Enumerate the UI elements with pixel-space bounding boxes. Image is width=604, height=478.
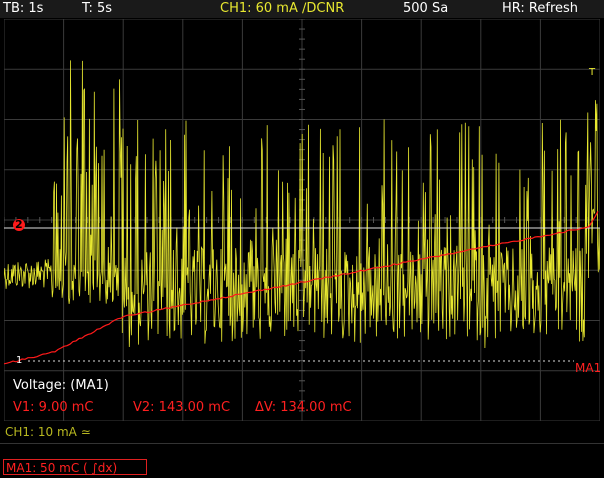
waveform-canvas [4,19,600,421]
status-bar: TB: 1s T: 5s CH1: 60 mA ∕DCNR 500 Sa HR:… [0,0,604,18]
timebase-readout[interactable]: TB: 1s [3,1,43,16]
channel-trigger-readout[interactable]: CH1: 60 mA ∕DCNR [220,1,344,16]
waveform-display[interactable]: 2 1 MA1 T Voltage: (MA1) V1: 9.00 mC V2:… [4,19,600,421]
ma1-scale-setting[interactable]: MA1: 50 mC ( ∫dx) [3,459,147,475]
cursor-v2-value: V2: 143.00 mC [133,400,231,415]
footer-divider [0,443,604,444]
ch1-scale-setting[interactable]: CH1: 10 mA ≃ [5,425,91,439]
cursor-delta-value: ΔV: 134.00 mC [255,400,352,415]
sample-count-readout: 500 Sa [403,1,449,16]
cursor-v1-value: V1: 9.00 mC [13,400,94,415]
trigger-time-readout[interactable]: T: 5s [82,1,112,16]
info-title: Voltage: (MA1) [13,378,109,393]
acquisition-mode-readout[interactable]: HR: Refresh [502,1,578,16]
ch1-ground-marker[interactable]: 1 [16,355,22,366]
ch2-level-marker[interactable]: 2 [13,219,25,231]
trigger-level-marker[interactable]: T [589,67,595,78]
math-trace-label: MA1 [575,361,600,375]
